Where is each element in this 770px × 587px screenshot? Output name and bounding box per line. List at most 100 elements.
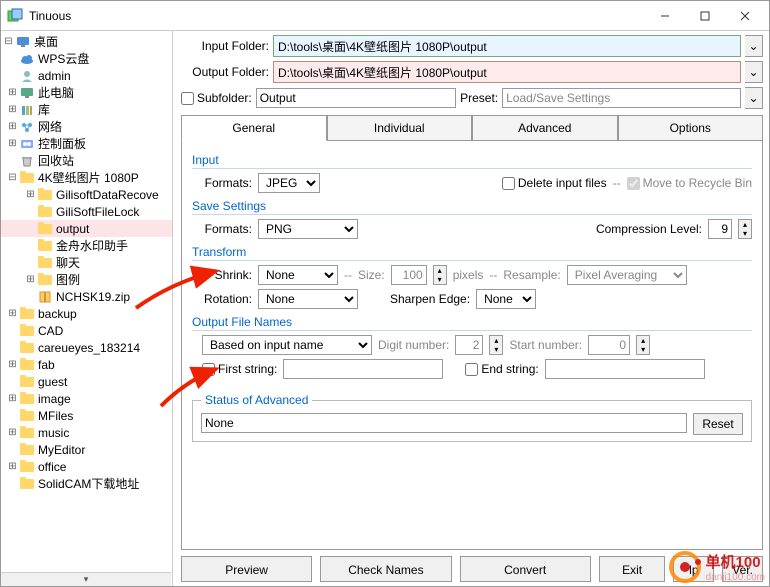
tree-item[interactable]: ⊞此电脑: [1, 84, 172, 101]
expander-icon[interactable]: ⊞: [7, 138, 18, 149]
expander-icon[interactable]: ⊞: [25, 274, 36, 285]
tree-label: 回收站: [38, 152, 74, 169]
tab-advanced[interactable]: Advanced: [472, 115, 618, 140]
check-names-button[interactable]: Check Names: [320, 556, 451, 582]
titlebar: Tinuous: [1, 1, 769, 31]
tree-item[interactable]: NCHSK19.zip: [1, 288, 172, 305]
tree-item[interactable]: WPS云盘: [1, 50, 172, 67]
subfolder-checkbox[interactable]: Subfolder:: [181, 91, 252, 105]
desktop-icon: [15, 35, 31, 49]
tree-item[interactable]: MyEditor: [1, 441, 172, 458]
digit-spinner[interactable]: ▴▾: [489, 335, 503, 355]
start-label: Start number:: [509, 338, 582, 352]
reset-button[interactable]: Reset: [693, 413, 743, 435]
tree-item[interactable]: ⊞fab: [1, 356, 172, 373]
input-folder-dropdown[interactable]: ⌄: [745, 35, 763, 57]
convert-button[interactable]: Convert: [460, 556, 591, 582]
expander-icon[interactable]: ⊞: [7, 104, 18, 115]
expander-icon[interactable]: ⊞: [7, 121, 18, 132]
section-save: Save Settings: [192, 199, 752, 215]
input-formats-select[interactable]: JPEG: [258, 173, 320, 193]
tree-item[interactable]: ⊞图例: [1, 271, 172, 288]
expander-icon[interactable]: ⊞: [7, 308, 18, 319]
preview-button[interactable]: Preview: [181, 556, 312, 582]
tab-bar: General Individual Advanced Options: [181, 115, 763, 141]
tree-label: 4K壁纸图片 1080P: [38, 169, 139, 186]
tree-item[interactable]: ⊞网络: [1, 118, 172, 135]
digit-input[interactable]: [455, 335, 483, 355]
tree-item[interactable]: admin: [1, 67, 172, 84]
folder-icon: [37, 188, 53, 202]
exit-button[interactable]: Exit: [599, 556, 666, 582]
start-input[interactable]: [588, 335, 630, 355]
tree-label: office: [38, 460, 66, 474]
tree-item[interactable]: ⊞backup: [1, 305, 172, 322]
size-spinner[interactable]: ▴▾: [433, 265, 447, 285]
tree-item[interactable]: ⊞GilisoftDataRecove: [1, 186, 172, 203]
save-formats-select[interactable]: PNG: [258, 219, 358, 239]
tree-label: guest: [38, 375, 67, 389]
tree-item[interactable]: ⊞ office: [1, 458, 172, 475]
compression-input[interactable]: [708, 219, 732, 239]
size-input[interactable]: [391, 265, 427, 285]
tree-item[interactable]: 金舟水印助手: [1, 237, 172, 254]
expander-icon[interactable]: ⊟: [3, 36, 14, 47]
end-string-checkbox[interactable]: End string:: [465, 362, 538, 376]
tab-individual[interactable]: Individual: [327, 115, 473, 140]
tab-general[interactable]: General: [181, 115, 327, 141]
folder-icon: [37, 205, 53, 219]
tree-item[interactable]: guest: [1, 373, 172, 390]
start-spinner[interactable]: ▴▾: [636, 335, 650, 355]
first-string-input[interactable]: [283, 359, 443, 379]
tree-item[interactable]: ⊟ 4K壁纸图片 1080P: [1, 169, 172, 186]
tree-item[interactable]: ⊞库: [1, 101, 172, 118]
tree-item[interactable]: 回收站: [1, 152, 172, 169]
shrink-select[interactable]: None: [258, 265, 338, 285]
input-folder-field[interactable]: D:\tools\桌面\4K壁纸图片 1080P\output: [273, 35, 741, 57]
maximize-button[interactable]: [685, 2, 725, 30]
resample-select[interactable]: Pixel Averaging: [567, 265, 687, 285]
expander-icon[interactable]: ⊞: [7, 461, 18, 472]
preset-select[interactable]: [502, 88, 741, 108]
cloud-icon: [19, 52, 35, 66]
tree-item[interactable]: ⊞控制面板: [1, 135, 172, 152]
expander-icon[interactable]: ⊞: [7, 393, 18, 404]
delete-input-checkbox[interactable]: Delete input files: [502, 176, 607, 190]
expander-icon[interactable]: ⊞: [7, 87, 18, 98]
tree-item[interactable]: CAD: [1, 322, 172, 339]
tree-item[interactable]: 聊天: [1, 254, 172, 271]
folder-icon: [19, 307, 35, 321]
tree-item[interactable]: ⊞music: [1, 424, 172, 441]
tree-item[interactable]: GiliSoftFileLock: [1, 203, 172, 220]
tree-item[interactable]: ⊞image: [1, 390, 172, 407]
expander-icon[interactable]: ⊞: [7, 359, 18, 370]
tree-item[interactable]: MFiles: [1, 407, 172, 424]
tree-root[interactable]: ⊟ 桌面: [1, 33, 172, 50]
expander-icon[interactable]: ⊞: [25, 189, 36, 200]
first-string-checkbox[interactable]: First string:: [202, 362, 277, 376]
output-folder-field[interactable]: D:\tools\桌面\4K壁纸图片 1080P\output: [273, 61, 741, 83]
size-label: Size:: [358, 268, 385, 282]
tree-label: 桌面: [34, 33, 58, 50]
expander-icon[interactable]: ⊞: [7, 427, 18, 438]
expander-icon[interactable]: ⊟: [7, 172, 18, 183]
tab-options[interactable]: Options: [618, 115, 764, 140]
panel-icon: [19, 137, 35, 151]
output-folder-dropdown[interactable]: ⌄: [745, 61, 763, 83]
window-title: Tinuous: [29, 9, 645, 23]
tree-item[interactable]: SolidCAM下载地址: [1, 475, 172, 492]
scroll-down-icon[interactable]: ▾: [1, 572, 171, 586]
close-button[interactable]: [725, 2, 765, 30]
minimize-button[interactable]: [645, 2, 685, 30]
folder-tree[interactable]: ⊟ 桌面 WPS云盘admin⊞此电脑⊞库⊞网络⊞控制面板回收站 ⊟ 4K壁纸图片 …: [1, 31, 173, 586]
tree-label: careueyes_183214: [38, 341, 140, 355]
end-string-input[interactable]: [545, 359, 705, 379]
output-name-mode-select[interactable]: Based on input name: [202, 335, 372, 355]
tree-item[interactable]: output: [1, 220, 172, 237]
compression-spinner[interactable]: ▴▾: [738, 219, 752, 239]
tree-item[interactable]: careueyes_183214: [1, 339, 172, 356]
preset-dropdown[interactable]: ⌄: [745, 87, 763, 109]
sharpen-select[interactable]: None: [476, 289, 536, 309]
rotation-select[interactable]: None: [258, 289, 358, 309]
subfolder-input[interactable]: [256, 88, 456, 108]
